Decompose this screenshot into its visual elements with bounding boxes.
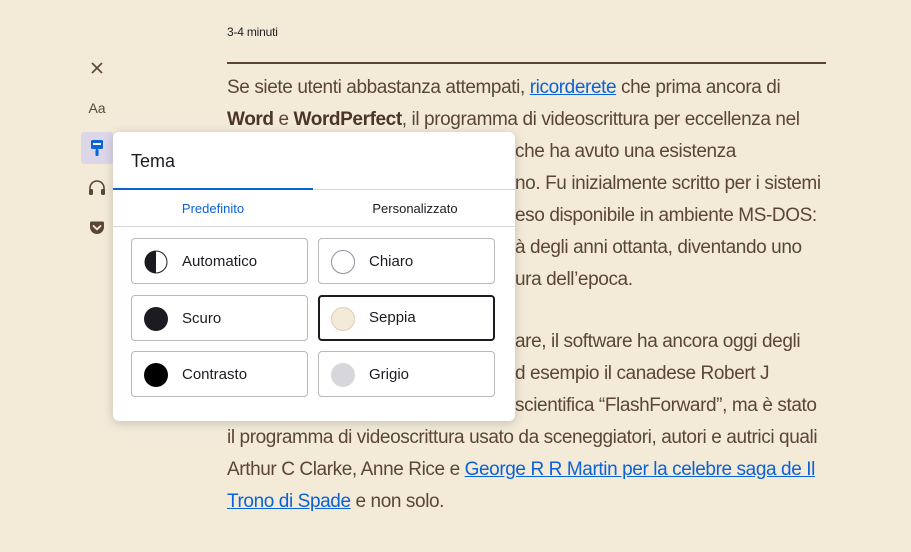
article-link[interactable]: George R R Martin per la celebre saga de… bbox=[465, 459, 816, 480]
tab-personalizzato[interactable]: Personalizzato bbox=[315, 190, 515, 226]
color-swatch bbox=[331, 307, 355, 331]
save-to-pocket-button[interactable] bbox=[81, 212, 113, 244]
half-circle-swatch bbox=[144, 250, 168, 274]
tab-predefinito[interactable]: Predefinito bbox=[113, 188, 313, 226]
font-icon: Aa bbox=[88, 100, 106, 116]
theme-button[interactable] bbox=[81, 132, 113, 164]
listen-button[interactable] bbox=[81, 172, 113, 204]
color-swatch bbox=[144, 363, 168, 387]
theme-option-contrasto[interactable]: Contrasto bbox=[131, 351, 308, 397]
close-button[interactable] bbox=[81, 52, 113, 84]
header-divider bbox=[227, 62, 826, 64]
theme-option-chiaro[interactable]: Chiaro bbox=[318, 238, 495, 284]
color-swatch bbox=[331, 250, 355, 274]
text-and-layout-button[interactable]: Aa bbox=[81, 92, 113, 124]
color-swatch bbox=[144, 307, 168, 331]
theme-option-seppia[interactable]: Seppia bbox=[318, 295, 495, 341]
article-link[interactable]: ricorderete bbox=[530, 77, 617, 98]
article-link[interactable]: Trono di Spade bbox=[227, 491, 351, 512]
headphones-icon bbox=[89, 180, 105, 195]
theme-panel: Tema Predefinito Personalizzato Automati… bbox=[113, 132, 515, 421]
close-icon bbox=[91, 62, 103, 74]
color-swatch bbox=[331, 363, 355, 387]
theme-tabs: Predefinito Personalizzato bbox=[113, 188, 515, 227]
theme-option-grigio[interactable]: Grigio bbox=[318, 351, 495, 397]
panel-title: Tema bbox=[131, 151, 176, 171]
pocket-icon bbox=[90, 221, 104, 234]
reading-time: 3-4 minuti bbox=[227, 25, 278, 39]
active-tab-indicator bbox=[113, 188, 313, 190]
theme-option-scuro[interactable]: Scuro bbox=[131, 295, 308, 341]
theme-option-automatico[interactable]: Automatico bbox=[131, 238, 308, 284]
paintbrush-icon bbox=[91, 140, 103, 156]
